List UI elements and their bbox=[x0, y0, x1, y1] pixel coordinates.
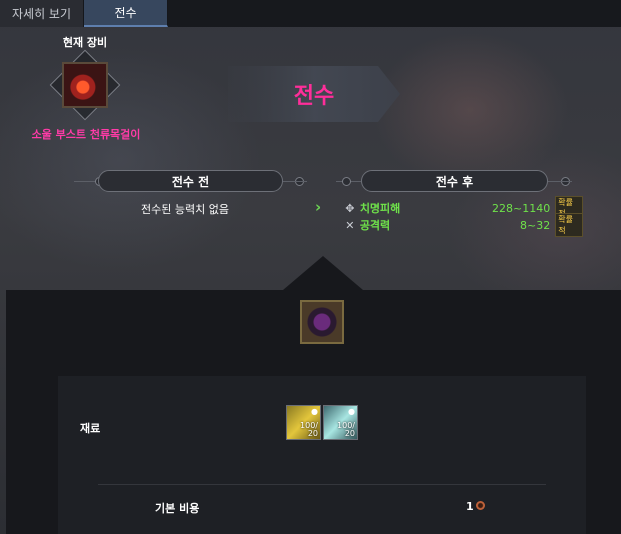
divider-line bbox=[283, 181, 307, 182]
item-name: 소울 부스트 천류목걸이 bbox=[31, 128, 141, 141]
before-stats-text: 전수된 능력치 없음 bbox=[141, 203, 229, 216]
cost-value: 1 bbox=[466, 500, 474, 513]
current-equipment-label: 현재 장비 bbox=[62, 36, 108, 49]
before-header: 전수 전 bbox=[98, 170, 283, 192]
user-icon: ● bbox=[348, 407, 355, 416]
tab-bar: 자세히 보기 전수 bbox=[0, 0, 621, 27]
cyan-crystal-icon[interactable]: ● 100/ 20 bbox=[323, 405, 358, 440]
tab-details[interactable]: 자세히 보기 bbox=[0, 0, 84, 27]
tab-transfer[interactable]: 전수 bbox=[84, 0, 168, 27]
stat-value: 228~1140 bbox=[492, 201, 551, 215]
after-header: 전수 후 bbox=[361, 170, 548, 192]
divider-line bbox=[548, 181, 572, 182]
tab-bar-fill bbox=[168, 0, 621, 27]
stat-row-critical-damage: ✥ 치명피해 228~1140 확률적 bbox=[343, 196, 584, 220]
chevron-right-icon: › bbox=[315, 198, 322, 216]
material-box bbox=[58, 376, 586, 534]
banner-title: 전수 bbox=[293, 84, 335, 109]
panel-pointer bbox=[283, 256, 363, 290]
user-icon: ● bbox=[311, 407, 318, 416]
stat-name: 공격력 bbox=[359, 219, 391, 232]
stat-badge: 확률적 bbox=[555, 213, 584, 237]
ornament-icon bbox=[342, 177, 351, 186]
crosshair-icon: ✥ bbox=[345, 201, 355, 215]
materials-label: 재료 bbox=[80, 422, 101, 435]
crossed-swords-icon: ✕ bbox=[345, 218, 355, 232]
gold-crystal-icon[interactable]: ● 100/ 20 bbox=[286, 405, 321, 440]
material-count: 100/ 20 bbox=[300, 421, 318, 438]
material-count: 100/ 20 bbox=[337, 421, 355, 438]
necklace-icon[interactable] bbox=[62, 62, 108, 108]
divider bbox=[98, 484, 546, 485]
stat-name: 치명피해 bbox=[359, 202, 401, 215]
stat-value: 8~32 bbox=[520, 218, 551, 232]
transfer-stone-icon[interactable] bbox=[300, 300, 344, 344]
stat-row-attack: ✕ 공격력 8~32 확률적 bbox=[343, 213, 584, 237]
coin-icon bbox=[476, 501, 485, 510]
cost-label: 기본 비용 bbox=[155, 502, 200, 515]
